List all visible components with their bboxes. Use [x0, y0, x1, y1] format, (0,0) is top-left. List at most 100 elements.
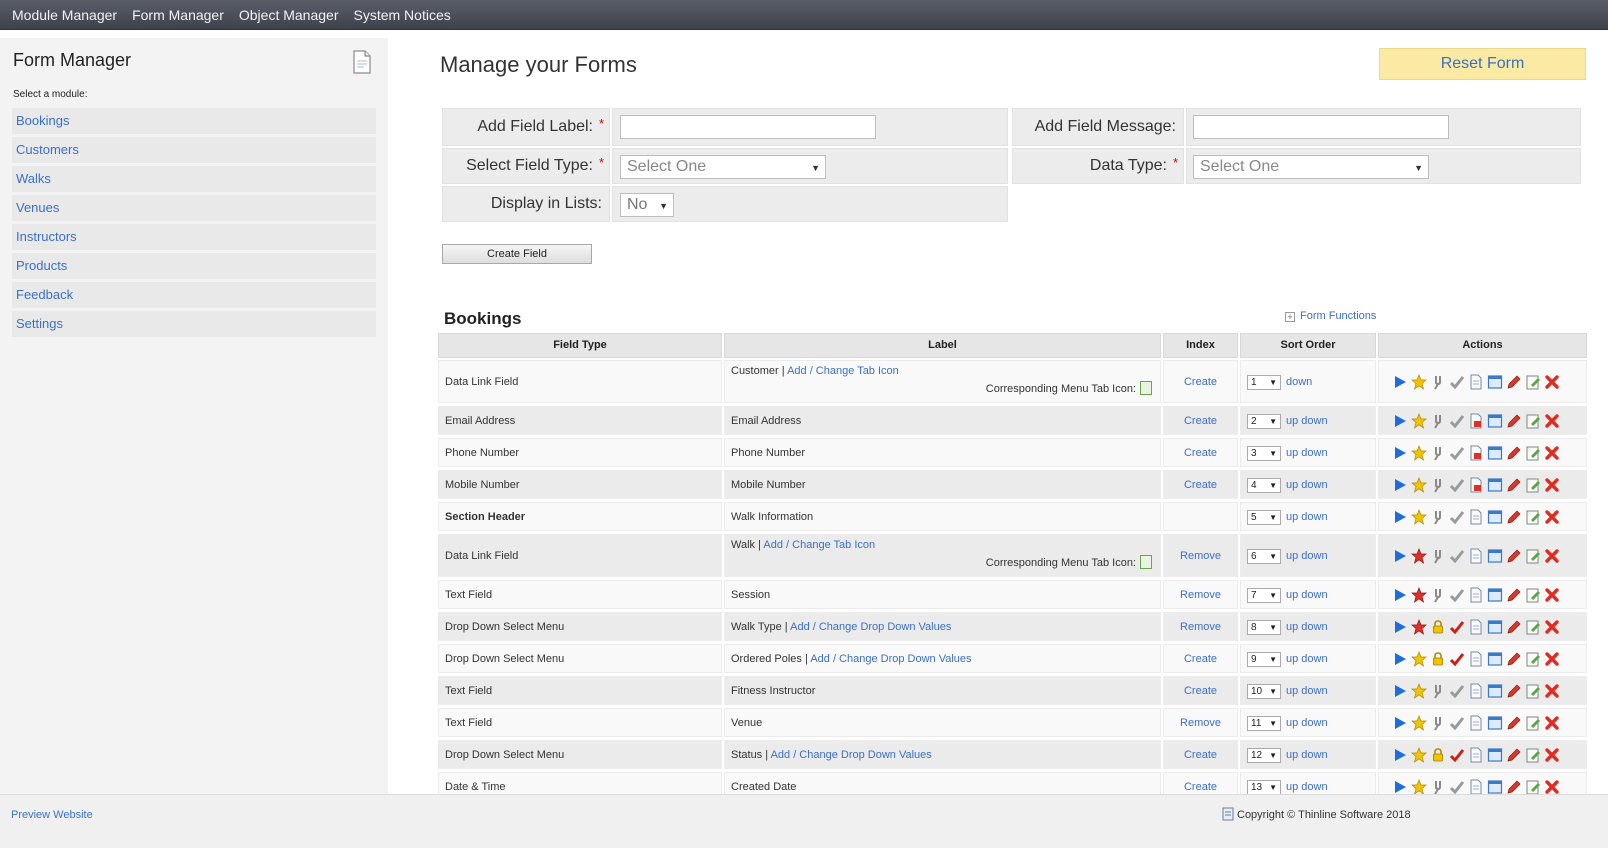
- nav-system-notices[interactable]: System Notices: [353, 7, 450, 23]
- module-item-bookings[interactable]: Bookings: [12, 108, 376, 134]
- index-link[interactable]: Create: [1164, 447, 1237, 459]
- label-action-link[interactable]: Add / Change Drop Down Values: [810, 653, 971, 665]
- pencil-icon[interactable]: [1505, 650, 1524, 668]
- edit-icon[interactable]: [1524, 547, 1543, 565]
- sort-order-select[interactable]: 6 ▼: [1247, 549, 1281, 564]
- document-icon[interactable]: [1467, 586, 1486, 604]
- tuning-fork-icon[interactable]: [1429, 412, 1448, 430]
- delete-icon[interactable]: [1543, 547, 1562, 565]
- form-functions-link[interactable]: + Form Functions: [1285, 310, 1376, 322]
- document-icon[interactable]: [1467, 373, 1486, 391]
- check-icon[interactable]: [1448, 508, 1467, 526]
- edit-icon[interactable]: [1524, 682, 1543, 700]
- pencil-icon[interactable]: [1505, 618, 1524, 636]
- move-up-down-links[interactable]: up down: [1286, 685, 1328, 697]
- document-icon[interactable]: [352, 50, 372, 74]
- module-item-venues[interactable]: Venues: [12, 195, 376, 221]
- module-item-instructors[interactable]: Instructors: [12, 224, 376, 250]
- play-icon[interactable]: [1391, 476, 1410, 494]
- window-icon[interactable]: [1486, 508, 1505, 526]
- star-icon[interactable]: [1410, 508, 1429, 526]
- index-link[interactable]: Create: [1164, 415, 1237, 427]
- lock-icon[interactable]: [1429, 746, 1448, 764]
- star-icon[interactable]: [1410, 746, 1429, 764]
- data-type-select[interactable]: Select One ▼: [1193, 155, 1429, 179]
- window-icon[interactable]: [1486, 650, 1505, 668]
- pencil-icon[interactable]: [1505, 746, 1524, 764]
- pencil-icon[interactable]: [1505, 476, 1524, 494]
- star-icon[interactable]: [1410, 547, 1429, 565]
- edit-icon[interactable]: [1524, 508, 1543, 526]
- edit-icon[interactable]: [1524, 714, 1543, 732]
- move-up-down-links[interactable]: up down: [1286, 621, 1328, 633]
- move-up-down-links[interactable]: up down: [1286, 415, 1328, 427]
- play-icon[interactable]: [1391, 547, 1410, 565]
- index-link[interactable]: Create: [1164, 653, 1237, 665]
- field-type-select[interactable]: Select One ▼: [620, 155, 826, 179]
- label-action-link[interactable]: Add / Change Drop Down Values: [771, 749, 932, 761]
- tuning-fork-icon[interactable]: [1429, 586, 1448, 604]
- play-icon[interactable]: [1391, 618, 1410, 636]
- delete-icon[interactable]: [1543, 373, 1562, 391]
- tuning-fork-icon[interactable]: [1429, 373, 1448, 391]
- document-icon[interactable]: [1467, 444, 1486, 462]
- pencil-icon[interactable]: [1505, 547, 1524, 565]
- document-icon[interactable]: [1467, 746, 1486, 764]
- tuning-fork-icon[interactable]: [1429, 476, 1448, 494]
- delete-icon[interactable]: [1543, 444, 1562, 462]
- move-up-down-links[interactable]: up down: [1286, 749, 1328, 761]
- pencil-icon[interactable]: [1505, 444, 1524, 462]
- sort-order-select[interactable]: 2 ▼: [1247, 414, 1281, 429]
- window-icon[interactable]: [1486, 412, 1505, 430]
- sort-order-select[interactable]: 13 ▼: [1247, 780, 1281, 795]
- pencil-icon[interactable]: [1505, 586, 1524, 604]
- check-icon[interactable]: [1448, 444, 1467, 462]
- star-icon[interactable]: [1410, 412, 1429, 430]
- star-icon[interactable]: [1410, 682, 1429, 700]
- sort-order-select[interactable]: 3 ▼: [1247, 446, 1281, 461]
- module-item-feedback[interactable]: Feedback: [12, 282, 376, 308]
- move-up-down-links[interactable]: up down: [1286, 717, 1328, 729]
- label-action-link[interactable]: Add / Change Tab Icon: [763, 539, 875, 551]
- check-icon[interactable]: [1448, 476, 1467, 494]
- lock-icon[interactable]: [1429, 650, 1448, 668]
- edit-icon[interactable]: [1524, 650, 1543, 668]
- window-icon[interactable]: [1486, 547, 1505, 565]
- index-link[interactable]: Create: [1164, 685, 1237, 697]
- window-icon[interactable]: [1486, 746, 1505, 764]
- tuning-fork-icon[interactable]: [1429, 508, 1448, 526]
- move-up-down-links[interactable]: up down: [1286, 447, 1328, 459]
- document-icon[interactable]: [1467, 547, 1486, 565]
- module-item-customers[interactable]: Customers: [12, 137, 376, 163]
- pencil-icon[interactable]: [1505, 714, 1524, 732]
- check-icon[interactable]: [1448, 547, 1467, 565]
- play-icon[interactable]: [1391, 412, 1410, 430]
- module-item-settings[interactable]: Settings: [12, 311, 376, 337]
- star-icon[interactable]: [1410, 618, 1429, 636]
- star-icon[interactable]: [1410, 476, 1429, 494]
- star-icon[interactable]: [1410, 650, 1429, 668]
- label-action-link[interactable]: Add / Change Drop Down Values: [790, 621, 951, 633]
- window-icon[interactable]: [1486, 586, 1505, 604]
- sort-order-select[interactable]: 10 ▼: [1247, 684, 1281, 699]
- index-link[interactable]: Remove: [1164, 550, 1237, 562]
- sort-order-select[interactable]: 11 ▼: [1247, 716, 1281, 731]
- create-field-button[interactable]: Create Field: [442, 244, 592, 264]
- nav-form-manager[interactable]: Form Manager: [132, 7, 224, 23]
- delete-icon[interactable]: [1543, 476, 1562, 494]
- sort-order-select[interactable]: 1 ▼: [1247, 375, 1281, 390]
- move-up-down-links[interactable]: up down: [1286, 589, 1328, 601]
- move-up-down-links[interactable]: up down: [1286, 781, 1328, 793]
- play-icon[interactable]: [1391, 650, 1410, 668]
- window-icon[interactable]: [1486, 618, 1505, 636]
- label-action-link[interactable]: Add / Change Tab Icon: [787, 365, 899, 377]
- check-icon[interactable]: [1448, 714, 1467, 732]
- nav-object-manager[interactable]: Object Manager: [239, 7, 339, 23]
- check-icon[interactable]: [1448, 586, 1467, 604]
- check-icon[interactable]: [1448, 746, 1467, 764]
- star-icon[interactable]: [1410, 444, 1429, 462]
- nav-module-manager[interactable]: Module Manager: [12, 7, 117, 23]
- pencil-icon[interactable]: [1505, 412, 1524, 430]
- window-icon[interactable]: [1486, 714, 1505, 732]
- document-icon[interactable]: [1467, 714, 1486, 732]
